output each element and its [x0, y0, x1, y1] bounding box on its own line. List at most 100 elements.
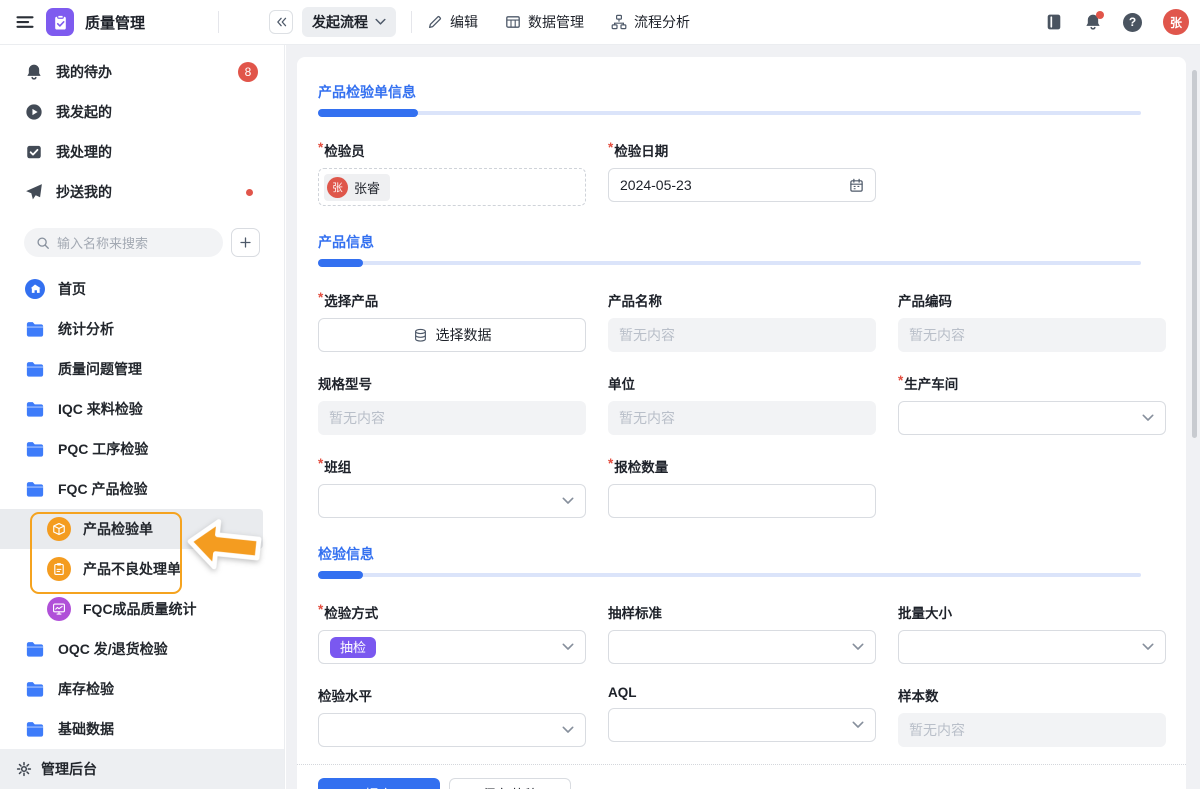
top-header: 质量管理 发起流程 编辑 数据管理 流程分析 ? 张: [0, 0, 1200, 45]
product-code-input: 暂无内容: [898, 318, 1166, 352]
field-inspector: *检验员 张 张睿: [318, 140, 586, 206]
section-progress-bar: [318, 259, 1166, 267]
sidebar-item-oqc[interactable]: OQC 发/退货检验: [0, 629, 284, 669]
section-title: 产品信息: [318, 232, 1166, 252]
sidebar-item-my-processed[interactable]: 我处理的: [0, 132, 284, 172]
notifications-button[interactable]: [1084, 13, 1102, 31]
todo-count-badge: 8: [238, 62, 258, 82]
team-select[interactable]: [318, 484, 586, 518]
select-data-button[interactable]: 选择数据: [318, 318, 586, 352]
sidebar-item-cc-to-me[interactable]: 抄送我的: [0, 172, 284, 212]
required-marker: *: [318, 140, 323, 160]
question-icon: ?: [1129, 15, 1136, 29]
field-team: *班组: [318, 456, 586, 518]
pencil-icon: [427, 14, 443, 30]
paper-plane-icon: [25, 183, 43, 201]
admin-backend-button[interactable]: 管理后台: [0, 749, 284, 789]
date-label: 检验日期: [614, 140, 668, 160]
user-avatar[interactable]: 张: [1163, 9, 1189, 35]
toolbar-divider: [411, 11, 412, 33]
sidebar: 我的待办 8 我发起的 我处理的 抄送我的 输入名称来搜索 首页: [0, 45, 285, 789]
field-inspection-level: 检验水平: [318, 685, 586, 747]
sidebar-item-my-initiated[interactable]: 我发起的: [0, 92, 284, 132]
sidebar-item-statistics[interactable]: 统计分析: [0, 309, 284, 349]
field-aql: AQL: [608, 685, 876, 747]
chevrons-left-icon: [276, 17, 287, 27]
edit-button[interactable]: 编辑: [427, 12, 478, 32]
folder-open-icon: [25, 479, 45, 499]
field-report-qty: *报检数量: [608, 456, 876, 518]
date-input[interactable]: 2024-05-23: [608, 168, 876, 202]
sidebar-search-row: 输入名称来搜索: [0, 212, 284, 269]
workshop-select[interactable]: [898, 401, 1166, 435]
sidebar-item-stock-inspection[interactable]: 库存检验: [0, 669, 284, 709]
search-input[interactable]: 输入名称来搜索: [24, 228, 223, 257]
chevron-down-icon: [562, 497, 574, 505]
sidebar-item-base-data[interactable]: 基础数据: [0, 709, 284, 749]
cc-unread-dot: [246, 189, 253, 196]
org-chart-icon: [611, 14, 627, 30]
flow-analysis-button[interactable]: 流程分析: [611, 12, 690, 32]
required-marker: *: [318, 602, 323, 622]
aql-select[interactable]: [608, 708, 876, 742]
field-workshop: *生产车间: [898, 373, 1166, 435]
save-draft-button[interactable]: 保存草稿: [449, 778, 571, 789]
sidebar-item-home[interactable]: 首页: [0, 269, 284, 309]
inspector-picker[interactable]: 张 张睿: [318, 168, 586, 206]
inspection-level-select[interactable]: [318, 713, 586, 747]
section-inspection-form-info: 产品检验单信息 *检验员 张 张睿 * 检验日期: [318, 82, 1166, 206]
calendar-icon: [849, 178, 864, 193]
add-button[interactable]: [231, 228, 260, 257]
changelog-button[interactable]: [1045, 13, 1063, 31]
inbox-check-icon: [25, 143, 43, 161]
form-card: 产品检验单信息 *检验员 张 张睿 * 检验日期: [297, 57, 1186, 789]
required-marker: *: [608, 456, 613, 476]
section-title: 产品检验单信息: [318, 82, 1166, 102]
section-title: 检验信息: [318, 544, 1166, 564]
field-inspection-method: *检验方式 抽检: [318, 602, 586, 664]
field-spec-model: 规格型号 暂无内容: [318, 373, 586, 435]
chevron-down-icon: [852, 721, 864, 729]
gear-icon: [16, 761, 32, 777]
table-icon: [505, 14, 521, 30]
play-circle-icon: [25, 103, 43, 121]
folder-icon: [25, 319, 45, 339]
unit-input: 暂无内容: [608, 401, 876, 435]
person-avatar: 张: [327, 177, 348, 198]
required-marker: *: [898, 373, 903, 393]
quick-links: 我的待办 8 我发起的 我处理的 抄送我的: [0, 45, 284, 212]
section-progress-bar: [318, 109, 1166, 117]
inspection-method-select[interactable]: 抽检: [318, 630, 586, 664]
section-inspection-info: 检验信息 *检验方式 抽检 抽样标准: [318, 544, 1166, 747]
data-management-button[interactable]: 数据管理: [505, 12, 584, 32]
sidebar-item-product-defect-form[interactable]: 产品不良处理单: [0, 549, 284, 589]
collapse-sidebar-button[interactable]: [269, 10, 293, 34]
help-button[interactable]: ?: [1123, 13, 1142, 32]
edit-label: 编辑: [450, 12, 478, 32]
lot-size-select[interactable]: [898, 630, 1166, 664]
sidebar-item-quality-issues[interactable]: 质量问题管理: [0, 349, 284, 389]
sidebar-item-pqc[interactable]: PQC 工序检验: [0, 429, 284, 469]
field-lot-size: 批量大小: [898, 602, 1166, 664]
chevron-down-icon: [1142, 414, 1154, 422]
menu-icon[interactable]: [15, 12, 35, 32]
database-icon: [413, 328, 428, 343]
header-divider: [218, 11, 219, 33]
sidebar-item-fqc[interactable]: FQC 产品检验: [0, 469, 284, 509]
sidebar-item-my-todo[interactable]: 我的待办 8: [0, 52, 284, 92]
sampling-standard-select[interactable]: [608, 630, 876, 664]
notification-dot: [1096, 11, 1104, 19]
required-marker: *: [318, 456, 323, 476]
start-flow-button[interactable]: 发起流程: [302, 7, 396, 37]
clipboard-icon: [47, 557, 71, 581]
folder-icon: [25, 359, 45, 379]
bell-icon: [25, 63, 43, 81]
submit-button[interactable]: 提交: [318, 778, 440, 789]
sidebar-item-fqc-quality-stats[interactable]: FQC成品质量统计: [0, 589, 284, 629]
sidebar-item-iqc[interactable]: IQC 来料检验: [0, 389, 284, 429]
sidebar-item-product-inspection-form[interactable]: 产品检验单: [0, 509, 263, 549]
scrollbar-thumb[interactable]: [1192, 70, 1197, 438]
field-product-code: 产品编码 暂无内容: [898, 290, 1166, 352]
home-icon: [25, 279, 45, 299]
report-qty-input[interactable]: [608, 484, 876, 518]
